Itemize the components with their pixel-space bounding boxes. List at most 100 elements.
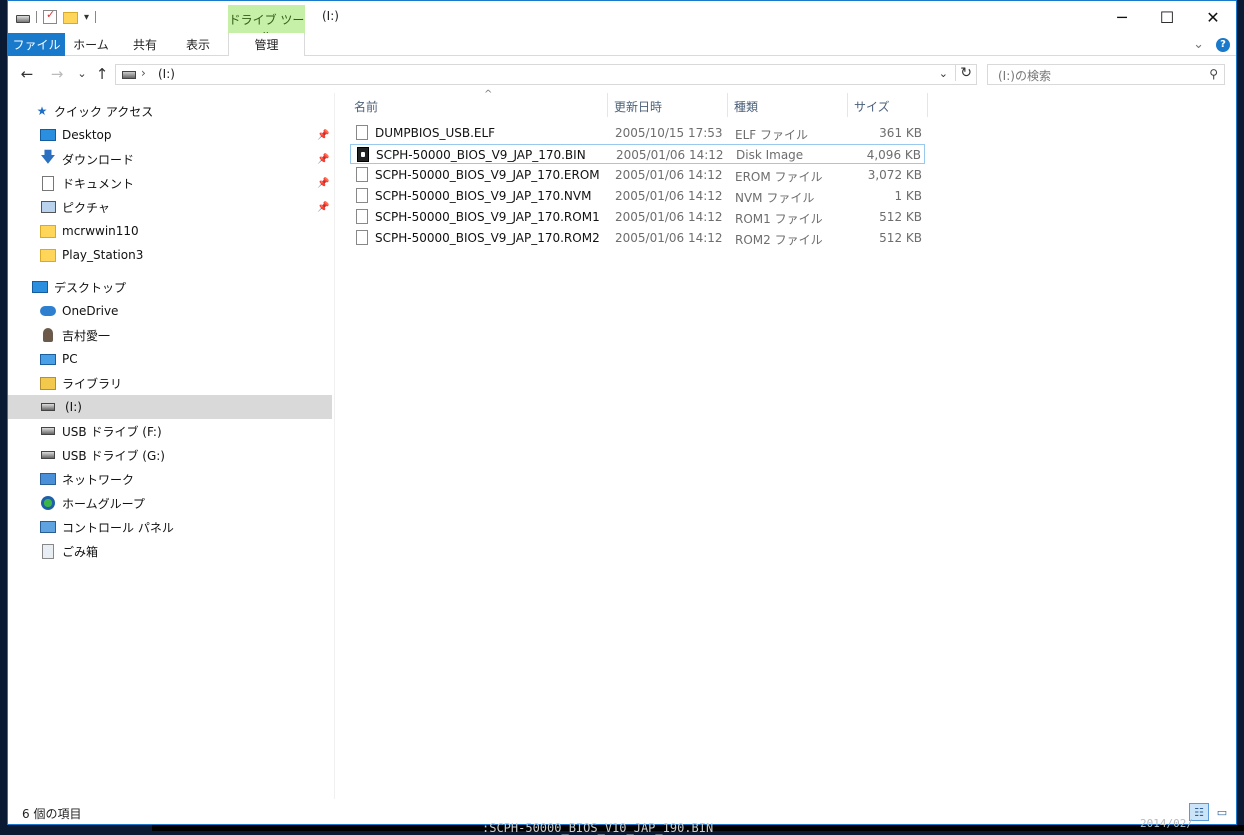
large-icons-view-icon[interactable]: ▭ [1212, 803, 1232, 821]
file-icon [356, 125, 368, 140]
column-header-date[interactable]: 更新日時 [608, 93, 728, 117]
breadcrumb[interactable]: (I:) [158, 67, 175, 81]
file-size: 512 KB [879, 210, 922, 224]
customize-toolbar-chevron-icon[interactable]: ▾ [84, 12, 89, 23]
breadcrumb-chevron-icon[interactable]: › [141, 66, 146, 80]
sidebar-item-homegroup[interactable]: ホームグループ [8, 491, 332, 515]
search-icon[interactable]: ⚲ [1209, 67, 1218, 81]
drive-icon [41, 403, 55, 411]
control-panel-icon [40, 521, 56, 533]
sidebar-item-label: Desktop [62, 128, 112, 142]
toolbar-separator [36, 11, 37, 23]
sidebar-item-desktop-root[interactable]: デスクトップ [8, 275, 332, 299]
ribbon-right-controls: ⌄ ? [1193, 37, 1230, 52]
sidebar-item-quick-access[interactable]: ★ クイック アクセス [8, 99, 332, 123]
pin-icon[interactable]: 📌 [317, 178, 329, 189]
item-count: 6 個の項目 [22, 807, 82, 821]
properties-icon[interactable] [43, 8, 57, 24]
sidebar-item-label: クイック アクセス [54, 104, 154, 119]
document-icon [42, 175, 54, 191]
sidebar-item-label: USB ドライブ (F:) [62, 424, 162, 439]
toolbar-separator [95, 11, 97, 23]
file-row[interactable]: DUMPBIOS_USB.ELF 2005/10/15 17:53 ELF ファ… [350, 123, 925, 143]
sidebar-item-label: OneDrive [62, 304, 119, 318]
close-button[interactable]: ✕ [1190, 1, 1236, 33]
disk-image-icon [357, 147, 369, 162]
pin-icon[interactable]: 📌 [317, 154, 329, 165]
file-date: 2005/10/15 17:53 [615, 126, 723, 140]
file-type: Disk Image [736, 148, 804, 162]
sidebar-item-pc[interactable]: PC [8, 347, 332, 371]
sidebar-item-usb-g[interactable]: USB ドライブ (G:) [8, 443, 332, 467]
sidebar-item-onedrive[interactable]: OneDrive [8, 299, 332, 323]
sidebar-item-label: (I:) [65, 400, 82, 414]
pin-icon[interactable]: 📌 [317, 202, 329, 213]
file-row[interactable]: SCPH-50000_BIOS_V9_JAP_170.ROM2 2005/01/… [350, 228, 925, 248]
up-button[interactable]: ↑ [92, 64, 112, 84]
sidebar-item-label: Play_Station3 [62, 248, 144, 262]
navigation-bar: ← → ⌄ ↑ › (I:) ⌄ ↻ (I:)の検索 ⚲ [8, 58, 1236, 90]
ribbon-tabs: ファイル ホーム 共有 表示 管理 [8, 33, 1236, 56]
file-type: ROM1 ファイル [735, 212, 823, 226]
file-size: 4,096 KB [866, 148, 921, 162]
file-type: NVM ファイル [735, 191, 815, 205]
console-text: :SCPH-50000_BIOS_V10_JAP_190.BIN [482, 821, 714, 835]
forward-button[interactable]: → [47, 64, 67, 84]
sidebar-item-label: mcrwwin110 [62, 224, 139, 238]
sidebar-item-library[interactable]: ライブラリ [8, 371, 332, 395]
sidebar-item-downloads[interactable]: 🡇 ダウンロード 📌 [8, 147, 332, 171]
sidebar-item-recycle-bin[interactable]: ごみ箱 [8, 539, 332, 563]
column-header-type[interactable]: 種類 [728, 93, 848, 117]
maximize-button[interactable]: ☐ [1144, 1, 1190, 33]
sidebar-item-usb-f[interactable]: USB ドライブ (F:) [8, 419, 332, 443]
file-icon [356, 167, 368, 182]
download-icon: 🡇 [40, 147, 56, 166]
sort-ascending-icon: ^ [484, 89, 493, 100]
tab-view[interactable]: 表示 [178, 33, 218, 56]
sidebar-item-label: PC [62, 352, 78, 366]
search-input[interactable]: (I:)の検索 ⚲ [987, 64, 1225, 85]
file-row[interactable]: SCPH-50000_BIOS_V9_JAP_170.EROM 2005/01/… [350, 165, 925, 185]
file-row[interactable]: SCPH-50000_BIOS_V9_JAP_170.BIN 2005/01/0… [350, 144, 925, 164]
help-icon[interactable]: ? [1216, 37, 1230, 52]
tab-home[interactable]: ホーム [70, 33, 112, 56]
sidebar-item-play-station3[interactable]: Play_Station3 [8, 243, 332, 267]
recent-locations-chevron-icon[interactable]: ⌄ [72, 64, 92, 84]
sidebar-item-label: ライブラリ [62, 376, 123, 391]
sidebar-item-mcrwwin110[interactable]: mcrwwin110 [8, 219, 332, 243]
column-header-name[interactable]: 名前 ^ [348, 89, 608, 117]
new-folder-icon[interactable] [63, 12, 78, 24]
sidebar-item-user[interactable]: 吉村愛一 [8, 323, 332, 347]
sidebar-item-control-panel[interactable]: コントロール パネル [8, 515, 332, 539]
file-size: 361 KB [879, 126, 922, 140]
minimize-button[interactable]: ─ [1099, 1, 1145, 33]
sidebar-item-desktop[interactable]: Desktop 📌 [8, 123, 332, 147]
sidebar-item-drive-i[interactable]: (I:) [8, 395, 332, 419]
sidebar-item-pictures[interactable]: ピクチャ 📌 [8, 195, 332, 219]
file-list-pane: 名前 ^ 更新日時 種類 サイズ DUMPBIOS_USB.ELF 2005/1… [336, 89, 1236, 799]
sidebar-item-network[interactable]: ネットワーク [8, 467, 332, 491]
column-header-size[interactable]: サイズ [848, 93, 928, 117]
ribbon-expand-chevron-icon[interactable]: ⌄ [1193, 37, 1204, 52]
file-row[interactable]: SCPH-50000_BIOS_V9_JAP_170.ROM1 2005/01/… [350, 207, 925, 227]
file-name: SCPH-50000_BIOS_V9_JAP_170.NVM [375, 189, 592, 203]
tab-file[interactable]: ファイル [8, 33, 65, 56]
tab-share[interactable]: 共有 [126, 33, 164, 56]
file-date: 2005/01/06 14:12 [615, 210, 723, 224]
back-button[interactable]: ← [17, 64, 37, 84]
explorer-window: ▾ ドライブ ツール (I:) ─ ☐ ✕ ファイル ホーム 共有 表示 管理 … [7, 0, 1237, 825]
pin-icon[interactable]: 📌 [317, 130, 329, 141]
address-bar[interactable]: › (I:) ⌄ ↻ [115, 64, 977, 85]
refresh-icon[interactable]: ↻ [955, 65, 972, 81]
desktop-folder-icon [40, 129, 56, 141]
picture-icon [40, 201, 56, 213]
sidebar-item-documents[interactable]: ドキュメント 📌 [8, 171, 332, 195]
sidebar-item-label: ピクチャ [62, 200, 110, 215]
file-type: ROM2 ファイル [735, 233, 823, 247]
folder-icon [40, 224, 56, 238]
file-row[interactable]: SCPH-50000_BIOS_V9_JAP_170.NVM 2005/01/0… [350, 186, 925, 206]
file-size: 1 KB [894, 189, 922, 203]
tab-manage[interactable]: 管理 [228, 33, 305, 56]
window-title: (I:) [322, 9, 339, 23]
address-dropdown-chevron-icon[interactable]: ⌄ [939, 67, 948, 80]
